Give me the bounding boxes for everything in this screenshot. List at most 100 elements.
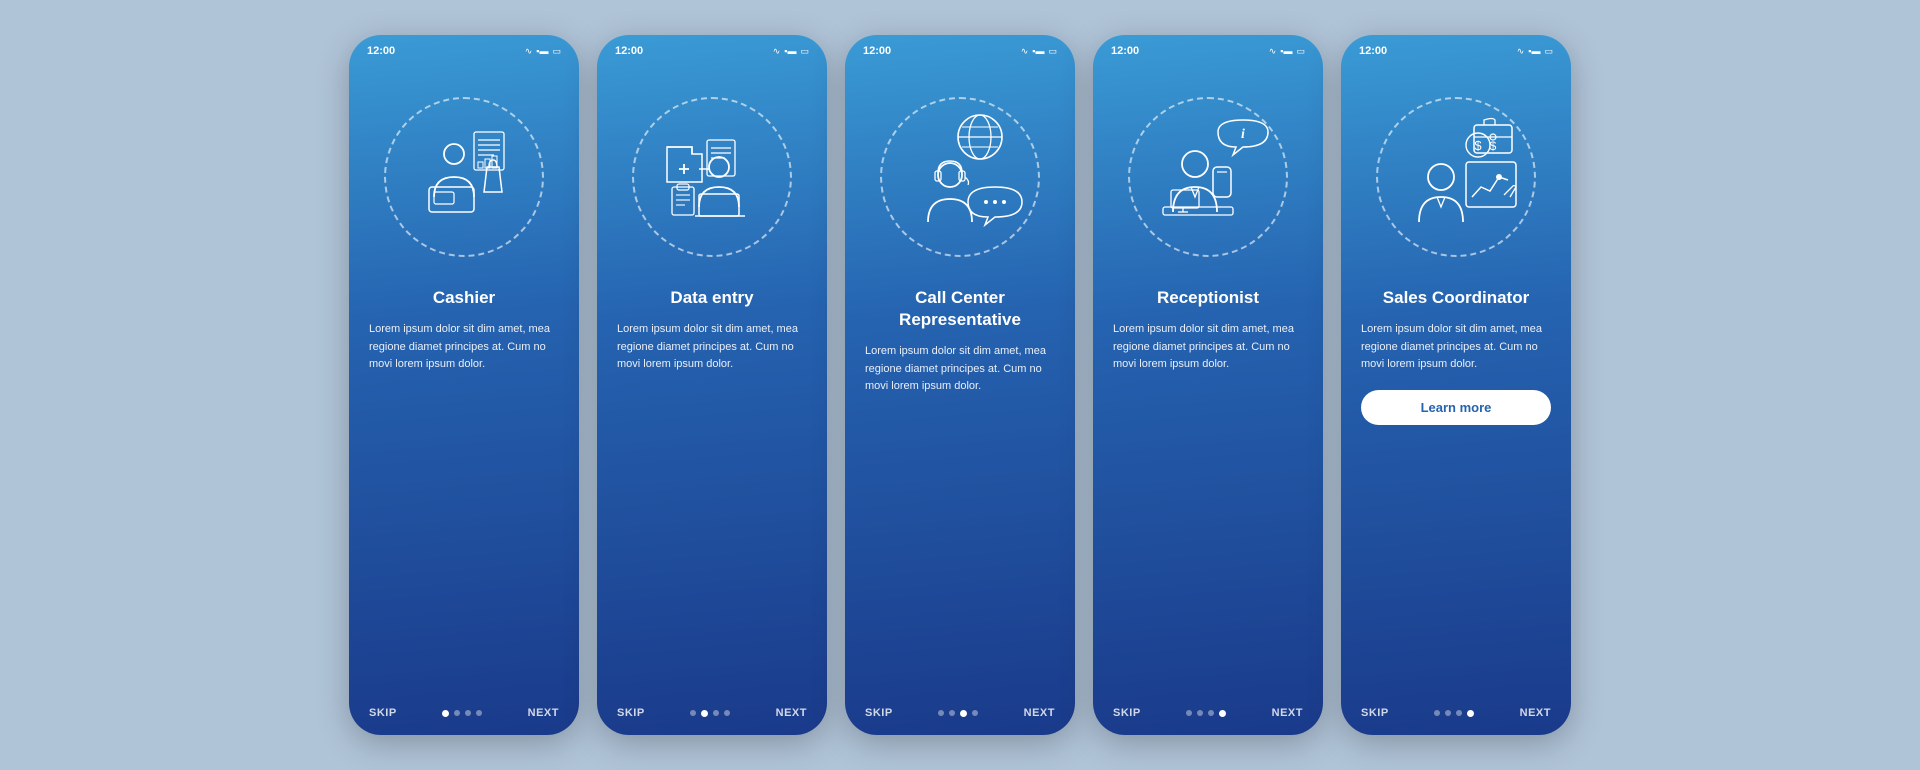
call-center-circle [880,97,1040,257]
call-center-next[interactable]: NEXT [1024,707,1055,719]
sales-coordinator-footer: SKIP NEXT [1341,699,1571,735]
signal-icon-3: ▪▬ [1032,46,1044,56]
cashier-illustration [374,67,554,287]
sales-coordinator-dots [1434,710,1474,717]
receptionist-description: Lorem ipsum dolor sit dim amet, mea regi… [1113,321,1303,374]
data-entry-footer: SKIP NEXT [597,699,827,735]
status-icons-4: ∿ ▪▬ ▭ [1269,46,1305,57]
dot-1 [938,710,944,716]
status-time-3: 12:00 [863,45,891,57]
signal-icon-2: ▪▬ [784,46,796,56]
dot-3 [1456,710,1462,716]
status-icons-5: ∿ ▪▬ ▭ [1517,46,1553,57]
svg-text:$: $ [1490,139,1497,153]
dot-2-active [701,710,708,717]
signal-icon-4: ▪▬ [1280,46,1292,56]
sales-coordinator-description: Lorem ipsum dolor sit dim amet, mea regi… [1361,321,1551,374]
call-center-skip[interactable]: SKIP [865,707,893,719]
cashier-circle [384,97,544,257]
battery-icon: ▭ [552,46,561,57]
call-center-dots [938,710,978,717]
dot-3 [465,710,471,716]
call-center-content: Call Center Representative Lorem ipsum d… [845,287,1075,699]
receptionist-circle: i [1128,97,1288,257]
call-center-description: Lorem ipsum dolor sit dim amet, mea regi… [865,343,1055,396]
call-center-icon [890,107,1030,247]
receptionist-icon: i [1143,112,1273,242]
phone-receptionist: 12:00 ∿ ▪▬ ▭ i [1093,35,1323,735]
status-icons-2: ∿ ▪▬ ▭ [773,46,809,57]
status-icons-3: ∿ ▪▬ ▭ [1021,46,1057,57]
call-center-footer: SKIP NEXT [845,699,1075,735]
wifi-icon-3: ∿ [1021,46,1029,57]
status-bar-2: 12:00 ∿ ▪▬ ▭ [597,35,827,63]
sales-coordinator-skip[interactable]: SKIP [1361,707,1389,719]
call-center-title: Call Center Representative [865,287,1055,331]
wifi-icon-4: ∿ [1269,46,1277,57]
status-time-5: 12:00 [1359,45,1387,57]
data-entry-icon [647,112,777,242]
signal-icon-5: ▪▬ [1528,46,1540,56]
data-entry-dots [690,710,730,717]
data-entry-description: Lorem ipsum dolor sit dim amet, mea regi… [617,321,807,374]
battery-icon-2: ▭ [800,46,809,57]
receptionist-skip[interactable]: SKIP [1113,707,1141,719]
receptionist-footer: SKIP NEXT [1093,699,1323,735]
data-entry-circle [632,97,792,257]
sales-circle: $ $ [1376,97,1536,257]
phone-data-entry: 12:00 ∿ ▪▬ ▭ [597,35,827,735]
battery-icon-4: ▭ [1296,46,1305,57]
dot-2 [1445,710,1451,716]
data-entry-skip[interactable]: SKIP [617,707,645,719]
dot-1 [690,710,696,716]
dot-4 [476,710,482,716]
status-icons-1: ∿ ▪▬ ▭ [525,46,561,57]
cashier-skip[interactable]: SKIP [369,707,397,719]
data-entry-content: Data entry Lorem ipsum dolor sit dim ame… [597,287,827,699]
cashier-title: Cashier [369,287,559,309]
phones-container: 12:00 ∿ ▪▬ ▭ [349,35,1571,735]
cashier-description: Lorem ipsum dolor sit dim amet, mea regi… [369,321,559,374]
receptionist-dots [1186,710,1226,717]
sales-coordinator-illustration: $ $ [1366,67,1546,287]
learn-more-button[interactable]: Learn more [1361,390,1551,425]
status-time-2: 12:00 [615,45,643,57]
phone-sales-coordinator: 12:00 ∿ ▪▬ ▭ [1341,35,1571,735]
dot-1 [1434,710,1440,716]
call-center-illustration [870,67,1050,287]
dot-2 [454,710,460,716]
cashier-content: Cashier Lorem ipsum dolor sit dim amet, … [349,287,579,699]
signal-icon: ▪▬ [536,46,548,56]
svg-text:$: $ [1474,138,1482,153]
dot-4-active [1219,710,1226,717]
dot-4 [972,710,978,716]
wifi-icon-5: ∿ [1517,46,1525,57]
data-entry-next[interactable]: NEXT [776,707,807,719]
dot-1 [1186,710,1192,716]
cashier-footer: SKIP NEXT [349,699,579,735]
sales-coordinator-icon: $ $ [1386,107,1526,247]
cashier-dots [442,710,482,717]
sales-coordinator-next[interactable]: NEXT [1520,707,1551,719]
wifi-icon-2: ∿ [773,46,781,57]
dot-4 [724,710,730,716]
status-time-4: 12:00 [1111,45,1139,57]
dot-3 [1208,710,1214,716]
data-entry-illustration [622,67,802,287]
receptionist-next[interactable]: NEXT [1272,707,1303,719]
phone-cashier: 12:00 ∿ ▪▬ ▭ [349,35,579,735]
status-bar-4: 12:00 ∿ ▪▬ ▭ [1093,35,1323,63]
cashier-icon [399,112,529,242]
data-entry-title: Data entry [617,287,807,309]
dot-2 [1197,710,1203,716]
receptionist-illustration: i [1118,67,1298,287]
svg-text:i: i [1241,127,1245,142]
cashier-next[interactable]: NEXT [528,707,559,719]
dot-4-active [1467,710,1474,717]
sales-coordinator-content: Sales Coordinator Lorem ipsum dolor sit … [1341,287,1571,699]
status-bar-5: 12:00 ∿ ▪▬ ▭ [1341,35,1571,63]
battery-icon-5: ▭ [1544,46,1553,57]
status-time-1: 12:00 [367,45,395,57]
dot-3-active [960,710,967,717]
dot-2 [949,710,955,716]
